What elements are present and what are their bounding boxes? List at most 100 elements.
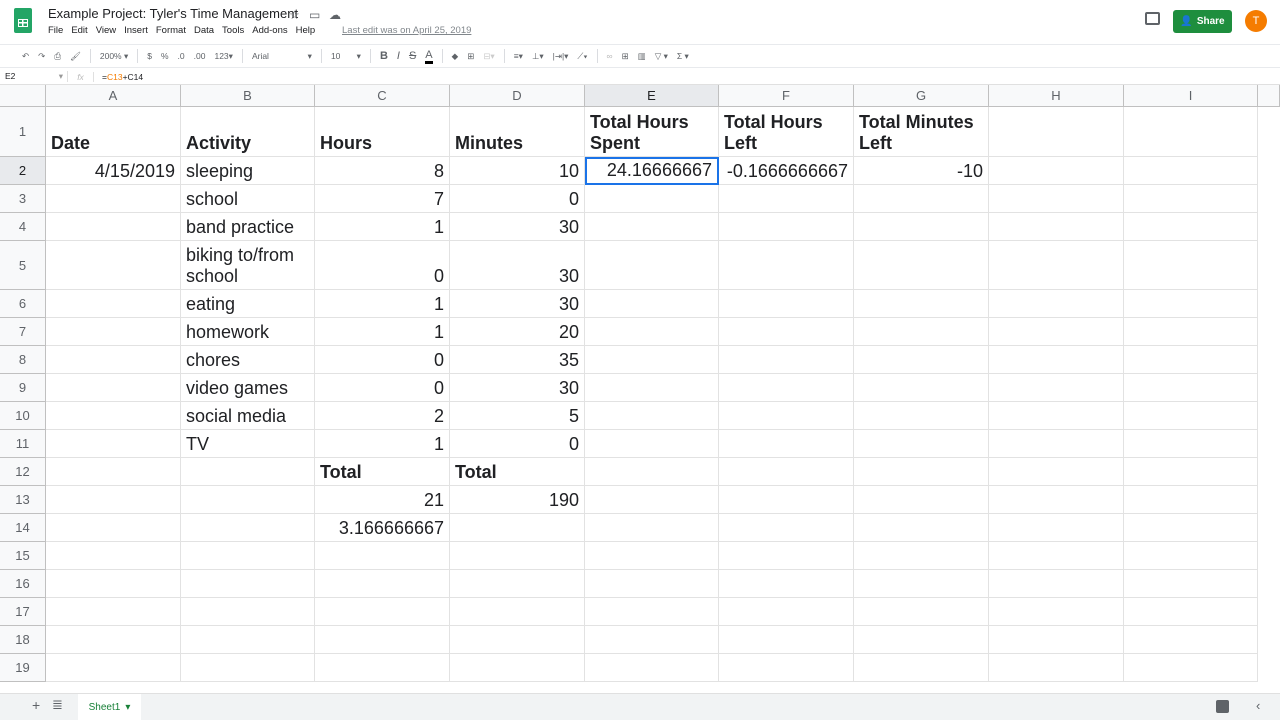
cell[interactable] <box>989 185 1124 213</box>
column-header-a[interactable]: A <box>46 85 181 107</box>
cell[interactable] <box>450 598 585 626</box>
cell[interactable]: Hours <box>315 107 450 157</box>
column-header-f[interactable]: F <box>719 85 854 107</box>
cell[interactable] <box>585 430 719 458</box>
cell[interactable] <box>719 598 854 626</box>
share-button[interactable]: 👤 Share <box>1173 10 1232 33</box>
cell[interactable] <box>585 486 719 514</box>
cell[interactable] <box>1124 570 1258 598</box>
cell[interactable] <box>450 626 585 654</box>
cell[interactable] <box>719 318 854 346</box>
cell[interactable]: -0.1666666667 <box>719 157 854 185</box>
increase-decimal-button[interactable]: .00 <box>194 51 206 61</box>
cell[interactable] <box>585 542 719 570</box>
cell[interactable] <box>854 542 989 570</box>
cell[interactable] <box>1124 542 1258 570</box>
row-header[interactable]: 13 <box>0 486 46 514</box>
cell[interactable] <box>719 486 854 514</box>
cell[interactable] <box>585 458 719 486</box>
cell[interactable] <box>1124 185 1258 213</box>
column-header-i[interactable]: I <box>1124 85 1258 107</box>
insert-comment-icon[interactable]: ⊞ <box>622 51 629 62</box>
cell[interactable] <box>1124 157 1258 185</box>
cell[interactable] <box>46 185 181 213</box>
cell[interactable] <box>854 290 989 318</box>
formula-input[interactable]: =C13+C14 <box>94 72 143 82</box>
vertical-align-icon[interactable]: ⊥▾ <box>532 51 544 62</box>
cell[interactable]: 2 <box>315 402 450 430</box>
cell[interactable] <box>315 626 450 654</box>
cell[interactable] <box>585 626 719 654</box>
cell[interactable] <box>1124 290 1258 318</box>
cell[interactable] <box>585 241 719 290</box>
cell[interactable] <box>181 514 315 542</box>
add-sheet-icon[interactable]: + <box>32 697 40 713</box>
cell[interactable]: 0 <box>315 346 450 374</box>
cell[interactable]: Activity <box>181 107 315 157</box>
document-title[interactable]: Example Project: Tyler's Time Management <box>48 6 298 21</box>
menu-help[interactable]: Help <box>296 25 316 36</box>
menu-insert[interactable]: Insert <box>124 25 148 36</box>
cell[interactable]: 1 <box>315 290 450 318</box>
cell[interactable] <box>854 402 989 430</box>
all-sheets-icon[interactable]: ≣ <box>52 697 63 713</box>
cell[interactable]: Total Hours Left <box>719 107 854 157</box>
cell[interactable]: 30 <box>450 374 585 402</box>
cell[interactable] <box>315 542 450 570</box>
cell[interactable]: social media <box>181 402 315 430</box>
cell[interactable] <box>181 542 315 570</box>
cell[interactable] <box>989 626 1124 654</box>
explore-icon[interactable] <box>1216 700 1229 713</box>
cell[interactable] <box>450 514 585 542</box>
name-box[interactable]: E2 ▾ <box>0 71 68 82</box>
cell[interactable] <box>585 654 719 682</box>
cell[interactable] <box>719 290 854 318</box>
cell[interactable] <box>719 346 854 374</box>
cell[interactable] <box>181 626 315 654</box>
cell[interactable] <box>46 626 181 654</box>
row-header[interactable]: 15 <box>0 542 46 570</box>
fill-color-icon[interactable]: ◆ <box>452 51 459 62</box>
menu-tools[interactable]: Tools <box>222 25 244 36</box>
cell[interactable] <box>585 213 719 241</box>
cell[interactable]: 1 <box>315 430 450 458</box>
cell[interactable]: video games <box>181 374 315 402</box>
cell[interactable] <box>989 570 1124 598</box>
column-header-b[interactable]: B <box>181 85 315 107</box>
redo-icon[interactable]: ↷ <box>38 51 45 62</box>
horizontal-align-icon[interactable]: ≡▾ <box>514 51 523 62</box>
cell[interactable] <box>989 514 1124 542</box>
cell[interactable] <box>315 654 450 682</box>
collapse-icon[interactable]: ‹ <box>1256 698 1260 713</box>
cell[interactable] <box>719 570 854 598</box>
cell[interactable]: 5 <box>450 402 585 430</box>
row-header[interactable]: 5 <box>0 241 46 290</box>
cell[interactable]: 30 <box>450 213 585 241</box>
cell[interactable] <box>1124 458 1258 486</box>
cell[interactable] <box>719 542 854 570</box>
filter-icon[interactable]: ▽ ▾ <box>655 51 668 62</box>
cell[interactable] <box>585 185 719 213</box>
cell[interactable]: 0 <box>450 185 585 213</box>
comments-icon[interactable] <box>1145 12 1160 25</box>
column-header-e[interactable]: E <box>585 85 719 107</box>
cell[interactable]: sleeping <box>181 157 315 185</box>
cell[interactable] <box>719 374 854 402</box>
cell[interactable]: Minutes <box>450 107 585 157</box>
insert-chart-icon[interactable]: ▥ <box>638 51 646 62</box>
cell[interactable] <box>1124 241 1258 290</box>
cell[interactable] <box>181 570 315 598</box>
italic-button[interactable]: I <box>397 50 400 62</box>
paint-format-icon[interactable]: 🖌 <box>70 51 81 62</box>
cell[interactable] <box>989 486 1124 514</box>
cell[interactable]: homework <box>181 318 315 346</box>
row-header[interactable]: 18 <box>0 626 46 654</box>
cell[interactable]: 20 <box>450 318 585 346</box>
print-icon[interactable]: ⎙ <box>54 51 61 62</box>
menu-edit[interactable]: Edit <box>71 25 87 36</box>
cell[interactable] <box>854 374 989 402</box>
cell[interactable] <box>989 241 1124 290</box>
percent-button[interactable]: % <box>161 51 169 61</box>
cell[interactable] <box>989 213 1124 241</box>
cell[interactable] <box>585 514 719 542</box>
